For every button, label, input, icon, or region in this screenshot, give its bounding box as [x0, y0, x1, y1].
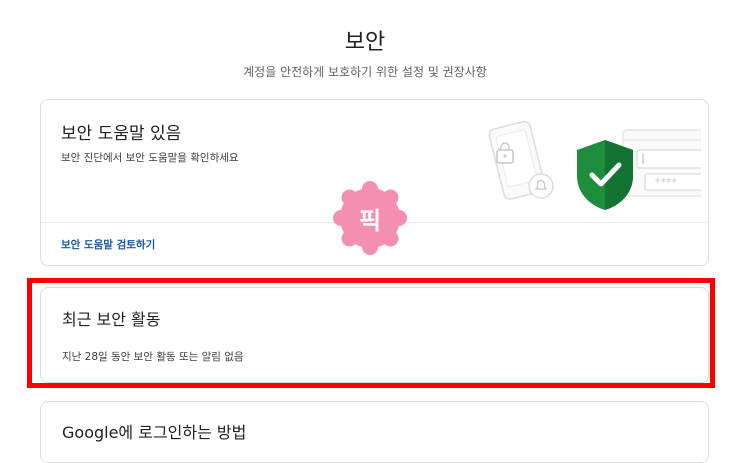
pick-sticker: 픽	[332, 180, 408, 256]
review-security-tips-link[interactable]: 보안 도움말 검토하기	[61, 237, 155, 252]
page-subtitle: 계정을 안전하게 보호하기 위한 설정 및 권장사항	[243, 65, 487, 79]
page-title: 보안	[344, 30, 386, 55]
password-window-icon: ****	[622, 129, 701, 197]
security-checkup-description: 보안 진단에서 보안 도움말을 확인하세요	[61, 152, 239, 164]
masked-password: ****	[655, 176, 678, 189]
shield-check-icon	[577, 140, 633, 210]
signin-methods-title: Google에 로그인하는 방법	[62, 423, 247, 442]
highlight-box	[27, 278, 715, 388]
signin-methods-card[interactable]: Google에 로그인하는 방법	[40, 401, 709, 463]
security-illustration: ****	[488, 120, 701, 210]
security-checkup-title: 보안 도움말 있음	[61, 124, 182, 144]
notification-bell-icon	[528, 173, 554, 199]
sticker-label: 픽	[358, 206, 382, 235]
